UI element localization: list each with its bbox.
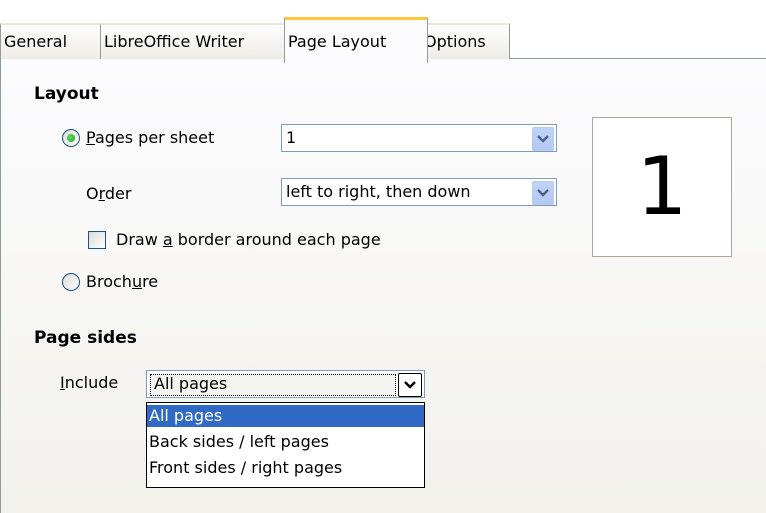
dropdown-option-all-pages[interactable]: All pages: [147, 405, 424, 427]
layout-heading: Layout: [34, 84, 99, 104]
order-select[interactable]: left to right, then down: [281, 178, 557, 206]
include-select[interactable]: All pages: [146, 370, 425, 398]
pages-per-sheet-label: Pages per sheet: [86, 128, 215, 147]
tab-label: Page Layout: [288, 32, 387, 51]
draw-border-checkbox[interactable]: [88, 231, 106, 249]
pages-per-sheet-select[interactable]: 1: [281, 124, 557, 152]
tab-label: LibreOffice Writer: [104, 32, 245, 51]
tab-label: General: [4, 32, 68, 51]
order-value: left to right, then down: [286, 182, 471, 201]
chevron-down-icon[interactable]: [398, 373, 422, 397]
tab-label: Options: [424, 32, 486, 51]
draw-border-label: Draw a border around each page: [116, 230, 381, 249]
order-label: Order: [86, 184, 132, 203]
pages-per-sheet-value: 1: [286, 128, 297, 147]
tab-general[interactable]: General: [0, 23, 108, 61]
brochure-radio[interactable]: [62, 273, 80, 291]
tab-page-layout[interactable]: Page Layout: [284, 17, 428, 63]
include-value: All pages: [154, 374, 228, 393]
brochure-label: Brochure: [86, 272, 159, 291]
include-dropdown-list: All pages Back sides / left pages Front …: [146, 402, 425, 488]
dropdown-option-front-sides[interactable]: Front sides / right pages: [147, 457, 424, 479]
radio-selected-dot: [67, 134, 75, 142]
page-sides-heading: Page sides: [34, 328, 137, 348]
chevron-down-icon[interactable]: [532, 181, 554, 205]
tab-options[interactable]: Options: [420, 23, 510, 61]
include-label: Include: [60, 373, 119, 392]
dropdown-option-back-sides[interactable]: Back sides / left pages: [147, 431, 424, 453]
chevron-down-icon[interactable]: [532, 127, 554, 151]
pages-per-sheet-radio[interactable]: [62, 129, 80, 147]
include-selected-value-box: All pages: [150, 374, 396, 396]
tab-libreoffice-writer[interactable]: LibreOffice Writer: [100, 23, 292, 61]
layout-preview: 1: [592, 117, 732, 257]
